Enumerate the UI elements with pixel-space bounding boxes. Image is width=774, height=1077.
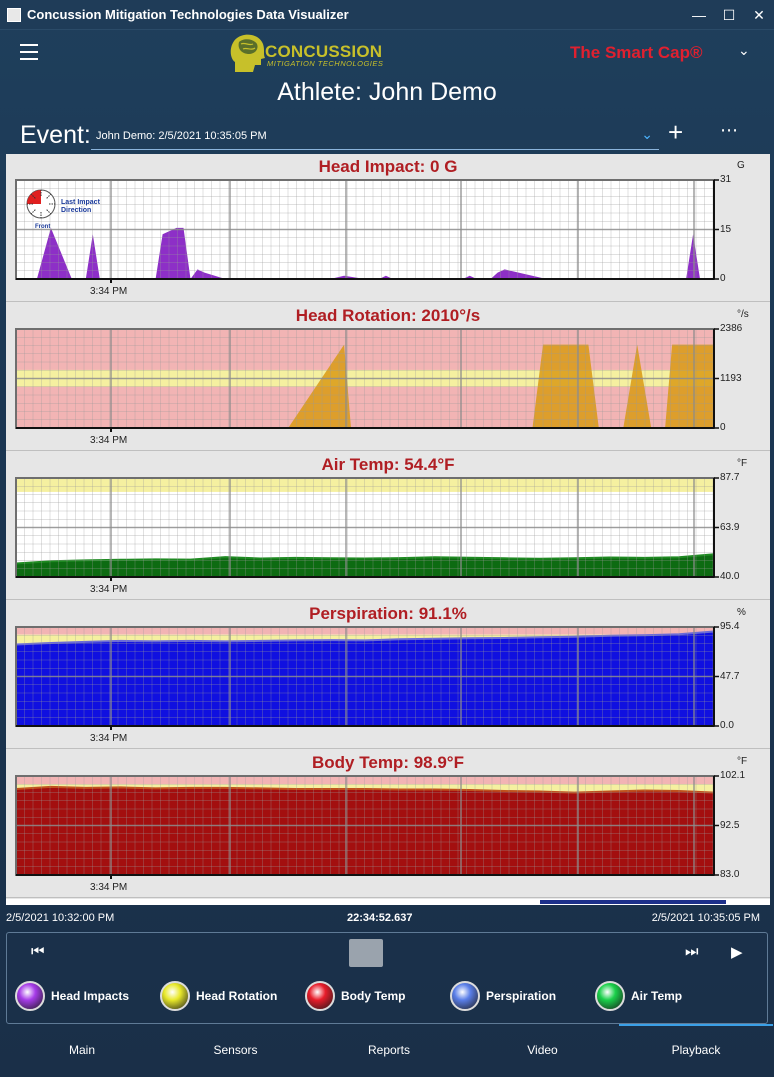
y-axis-unit: % [737,607,746,618]
x-tick-label: 3:34 PM [90,882,128,893]
x-tick-label: 3:34 PM [90,435,128,446]
y-tick-label: 95.4 [720,621,740,632]
legend-toggle-air-temp[interactable]: Air Temp [595,981,682,1011]
chart-head-impact: Head Impact: 0 G Last Impact Direction Fron… [6,154,770,302]
warning-band [16,478,714,492]
hamburger-menu-icon[interactable] [20,44,38,60]
y-axis-unit: °F [737,756,748,767]
x-tick-label: 3:34 PM [90,286,128,297]
legend-toggle-perspiration[interactable]: Perspiration [450,981,556,1011]
chart-plot [15,477,719,581]
event-selected-value: John Demo: 2/5/2021 10:35:05 PM [96,130,267,142]
tab-main[interactable]: Main [5,1024,159,1077]
skip-to-start-icon[interactable]: ⏮ [31,943,45,960]
add-event-button[interactable]: + [668,118,683,146]
y-tick-label: 40.0 [720,571,740,582]
close-icon[interactable]: ✕ [744,0,774,30]
legend-label: Head Impacts [51,989,130,1003]
minimize-icon[interactable]: — [684,0,714,30]
legend-label: Body Temp [341,989,406,1003]
brand-tagline: MITIGATION TECHNOLOGIES [267,59,384,68]
timeline-end: 2/5/2021 10:35:05 PM [651,912,760,924]
tab-label: Video [527,1043,558,1057]
athlete-name: Athlete: John Demo [277,78,497,106]
chart-scrollbar-thumb[interactable] [540,900,726,904]
legend-label: Head Rotation [196,989,278,1003]
skip-to-end-icon[interactable]: ⏭ [685,943,699,960]
chart-plot [15,775,719,879]
more-options-icon[interactable]: ⋯ [720,120,739,141]
y-tick-label: 1193 [720,372,742,384]
x-tick-label: 3:34 PM [90,584,128,595]
y-tick-label: 15 [720,223,732,235]
y-tick-label: 87.7 [720,472,740,483]
event-dropdown[interactable]: John Demo: 2/5/2021 10:35:05 PM ⌄ [91,122,659,150]
y-tick-label: 0.0 [720,720,734,731]
timeline-current: 22:34:52.637 [347,912,413,924]
y-tick-label: 2386 [720,323,743,334]
legend-label: Perspiration [486,989,557,1003]
y-axis-unit: °/s [737,309,749,320]
chart-head-rotation: Head Rotation: 2010°/s °/s 2386 1193 0 3:34 P… [6,303,770,451]
timeline-start: 2/5/2021 10:32:00 PM [6,912,115,924]
window-title: Concussion Mitigation Technologies Data … [27,7,349,22]
x-tick-label: 3:34 PM [90,733,128,744]
tab-playback[interactable]: Playback [619,1024,773,1077]
charts-area: Head Impact: 0 G Last Impact Direction Fron… [6,154,770,899]
tab-video[interactable]: Video [466,1024,620,1077]
playback-controls: ⏮ ⏭ ▶ Head Impacts Head Rotation Body Temp… [6,932,768,1024]
maximize-icon[interactable]: ☐ [714,0,744,30]
legend-orb-icon [160,981,190,1011]
chart-perspiration: Perspiration: 91.1%% 95.4 47.7 0.0 3:34 PM [6,601,770,749]
chart-plot: Last Impact DirectionFront [15,179,719,283]
bottom-tabs: Main Sensors Reports Video Playback [0,1024,774,1077]
playback-slider-thumb[interactable] [349,939,383,967]
tab-reports[interactable]: Reports [312,1024,466,1077]
event-label: Event: [20,121,91,149]
legend-orb-icon [450,981,480,1011]
y-tick-label: 0 [720,273,726,284]
danger-band [16,627,714,635]
event-row: Event: John Demo: 2/5/2021 10:35:05 PM ⌄… [0,118,774,152]
y-axis-unit: °F [737,458,748,469]
chart-air-temp: Air Temp: 54.4°F °F 87.7 63.9 40.0 3:34 PM [6,452,770,600]
chart-body-temp: Body Temp: 98.9°F °F 102.1 92.5 83.0 3:34 PM [6,750,770,898]
tab-label: Main [68,1043,95,1057]
y-tick-label: 31 [720,174,732,185]
legend-toggle-body-temp[interactable]: Body Temp [305,981,405,1011]
tab-label: Reports [367,1043,411,1057]
legend-orb-icon [595,981,625,1011]
y-tick-label: 102.1 [720,770,746,781]
tab-label: Playback [671,1043,721,1057]
window-titlebar: Concussion Mitigation Technologies Data … [0,0,774,30]
legend-orb-icon [305,981,335,1011]
y-tick-label: 47.7 [720,670,740,682]
series-area [16,631,714,726]
y-tick-label: 63.9 [720,521,740,533]
legend-toggle-head-rotation[interactable]: Head Rotation [160,981,277,1011]
chevron-down-icon: ⌄ [641,126,653,142]
legend-orb-icon [15,981,45,1011]
chart-plot [15,328,719,432]
danger-band [16,776,714,785]
series-area [16,786,714,875]
legend-label: Air Temp [631,989,683,1003]
play-icon[interactable]: ▶ [731,943,743,961]
y-tick-label: 0 [720,422,726,433]
chart-plot [15,626,719,730]
legend-toggle-head-impacts[interactable]: Head Impacts [15,981,129,1011]
front-label: Front [35,224,50,230]
brand-logo: CONCUSSION MITIGATION TECHNOLOGIES [227,32,387,74]
timeline-row: 2/5/2021 10:32:00 PM 22:34:52.637 2/5/20… [0,910,774,926]
y-axis-unit: G [737,160,745,171]
brain-head-icon [230,34,265,72]
tab-label: Sensors [213,1043,258,1057]
product-name: The Smart Cap® [570,43,703,62]
tab-sensors[interactable]: Sensors [159,1024,313,1077]
y-tick-label: 92.5 [720,819,740,831]
chevron-down-icon[interactable]: ⌄ [738,42,750,59]
app-header: CONCUSSION MITIGATION TECHNOLOGIES The S… [0,30,774,78]
y-tick-label: 83.0 [720,869,740,880]
app-icon [7,7,21,22]
